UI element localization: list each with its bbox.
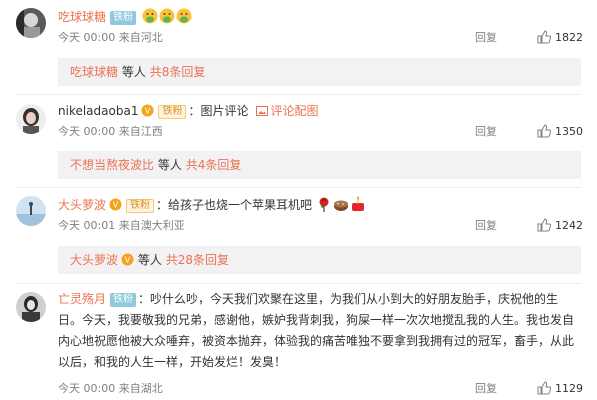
fan-badge: 铁粉 (158, 105, 187, 119)
svg-text:V: V (113, 201, 119, 210)
cake-emoji-icon (333, 200, 348, 211)
avatar[interactable] (16, 8, 46, 38)
more-replies-link[interactable]: 共8条回复 (150, 65, 206, 79)
username[interactable]: 吃球球糖 (58, 10, 106, 24)
comment-text: 给孩子也烧一个苹果耳机吧 (168, 198, 313, 212)
rose-emoji-icon (319, 197, 329, 212)
divider (16, 187, 581, 188)
like-count: 1350 (555, 125, 583, 138)
view-image-link[interactable]: 评论配图 (270, 104, 318, 118)
replies-summary[interactable]: 大头萝波 V 等人 共28条回复 (58, 246, 581, 274)
like-count: 1822 (555, 31, 583, 44)
like-count: 1242 (555, 219, 583, 232)
username[interactable]: nikeladaoba1 (58, 104, 138, 118)
replies-summary[interactable]: 不想当熬夜波比 等人 共4条回复 (58, 151, 581, 179)
thumbs-up-icon (537, 218, 552, 232)
comment-list: 吃球球糖 铁粉 今天 00:00 来自河北 回复 1822 吃球球糖 等人 共8条… (0, 0, 597, 400)
vomit-emoji-icon (176, 8, 192, 24)
sub-mid: 等人 (121, 65, 146, 79)
comment-meta: 今天 00:00 来自河北 (58, 31, 163, 44)
divider (16, 283, 581, 284)
divider (16, 94, 581, 95)
comment-meta: 今天 00:00 来自湖北 (58, 382, 163, 395)
username[interactable]: 亡灵殇月 (58, 292, 106, 306)
comment-text: 图片评论 (200, 104, 249, 118)
sub-username[interactable]: 不想当熬夜波比 (70, 158, 154, 172)
vip-icon: V (141, 104, 154, 117)
reply-button[interactable]: 回复 (475, 218, 497, 234)
vip-icon: V (109, 198, 122, 211)
vomit-emoji-icon (142, 8, 158, 24)
sub-username[interactable]: 吃球球糖 (70, 65, 118, 79)
like-button[interactable]: 1242 (537, 218, 583, 234)
vomit-emoji-icon (159, 8, 175, 24)
thumbs-up-icon (537, 381, 552, 395)
image-icon (256, 106, 269, 116)
svg-text:V: V (125, 256, 131, 265)
replies-summary[interactable]: 吃球球糖 等人 共8条回复 (58, 58, 581, 86)
more-replies-link[interactable]: 共28条回复 (166, 253, 229, 267)
comment-meta: 今天 00:00 来自江西 (58, 125, 163, 138)
fan-badge: 铁粉 (110, 293, 137, 307)
sub-mid: 等人 (137, 253, 162, 267)
avatar[interactable] (16, 104, 46, 134)
comment-meta: 今天 00:01 来自澳大利亚 (58, 219, 185, 232)
emoji-row (138, 8, 193, 24)
username[interactable]: 大头萝波 (58, 198, 106, 212)
avatar[interactable] (16, 292, 46, 322)
reply-button[interactable]: 回复 (475, 124, 497, 140)
fan-badge: 铁粉 (110, 11, 137, 25)
like-button[interactable]: 1129 (537, 381, 583, 397)
like-button[interactable]: 1350 (537, 124, 583, 140)
fan-badge: 铁粉 (126, 199, 155, 213)
vip-icon: V (121, 253, 134, 266)
sub-username[interactable]: 大头萝波 (70, 253, 118, 267)
reply-button[interactable]: 回复 (475, 30, 497, 46)
svg-text:V: V (145, 107, 151, 116)
thumbs-up-icon (537, 124, 552, 138)
like-button[interactable]: 1822 (537, 30, 583, 46)
more-replies-link[interactable]: 共4条回复 (186, 158, 242, 172)
sub-mid: 等人 (157, 158, 182, 172)
thumbs-up-icon (537, 30, 552, 44)
reply-button[interactable]: 回复 (475, 381, 497, 397)
like-count: 1129 (555, 382, 583, 395)
avatar[interactable] (16, 196, 46, 226)
candle-cake-emoji-icon (351, 196, 364, 211)
